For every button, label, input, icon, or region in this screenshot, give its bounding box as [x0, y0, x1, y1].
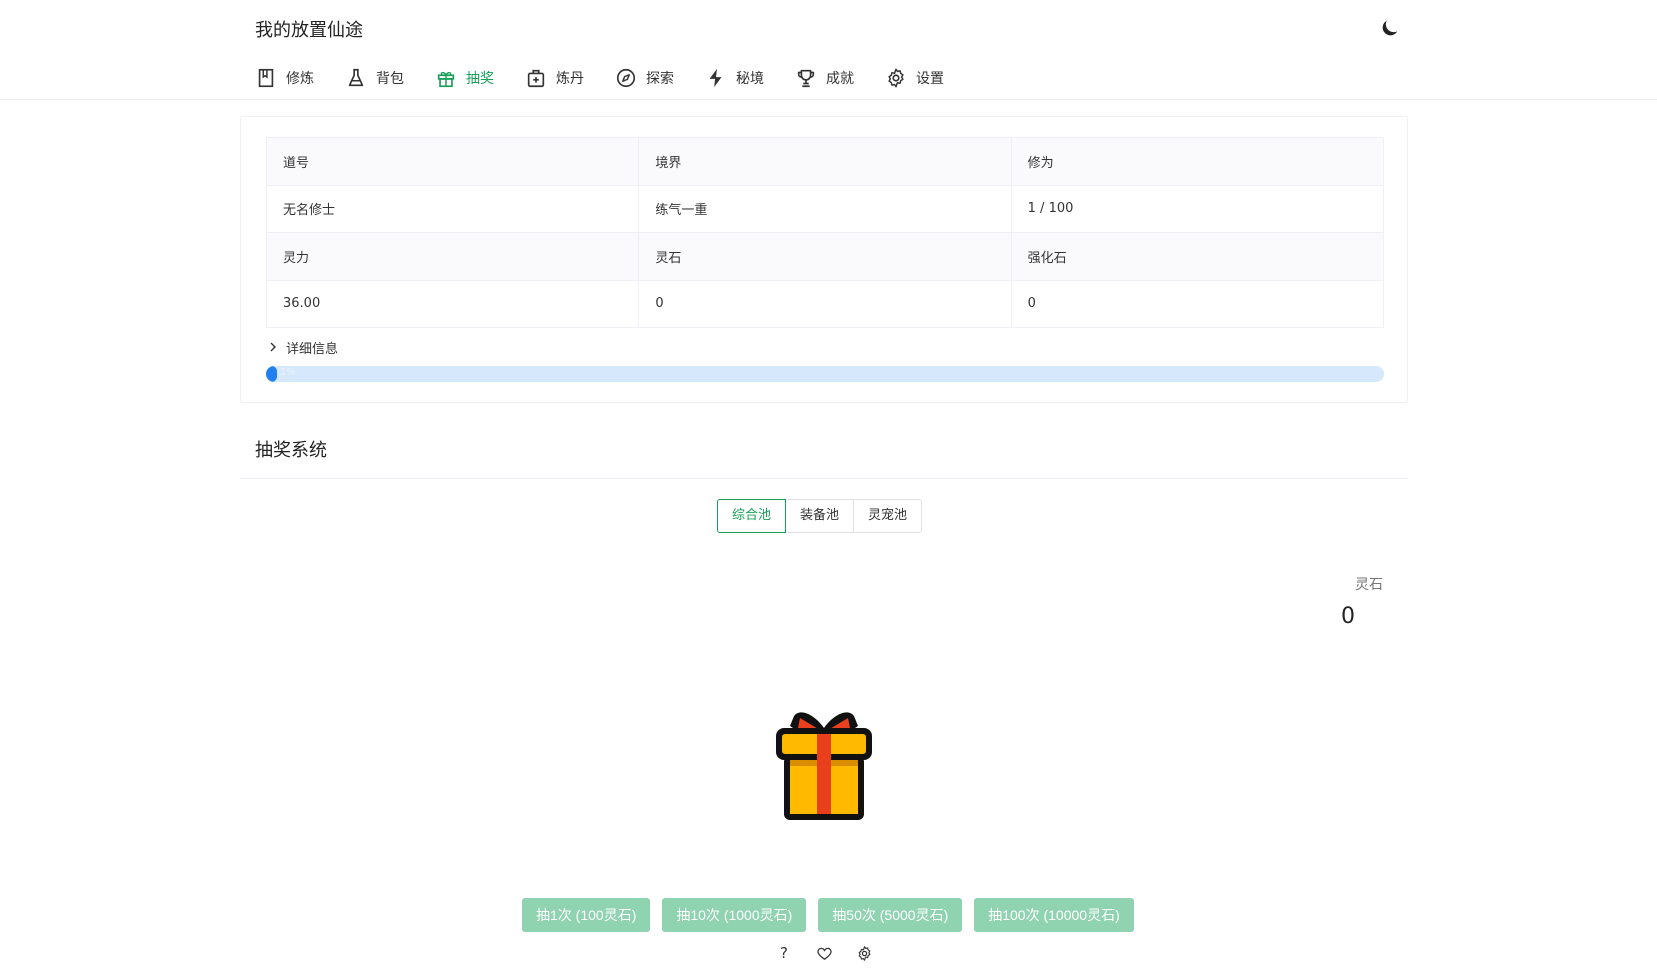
table-row: 36.00 0 0: [265, 279, 1385, 328]
nav-item-alchemy[interactable]: 炼丹: [525, 64, 584, 92]
question-icon[interactable]: ?: [774, 943, 794, 963]
trophy-icon: [795, 67, 817, 89]
nav-label: 成就: [826, 71, 854, 87]
nav-item-explore[interactable]: 探索: [615, 64, 674, 92]
nav-label: 秘境: [736, 71, 764, 87]
table-row: 道号 境界 修为: [265, 137, 1385, 186]
draw-100-button[interactable]: 抽100次 (10000灵石): [974, 898, 1134, 932]
compass-icon: [615, 67, 637, 89]
chevron-right-icon: [266, 340, 280, 354]
player-stats-table: 道号 境界 修为 无名修士 练气一重 1 / 100 灵力 灵石 强化石 36.…: [265, 137, 1385, 328]
gear-icon: [885, 67, 907, 89]
draw-1-button[interactable]: 抽1次 (100灵石): [522, 898, 651, 932]
stat-value-realm: 练气一重: [638, 184, 1012, 233]
progress-fill: [266, 366, 278, 382]
top-bar: 我的放置仙途 修炼 背包 抽奖 炼丹 探索 秘境 成就 设置: [0, 0, 1657, 100]
app-title: 我的放置仙途: [255, 20, 363, 41]
stat-label-cultivation: 修为: [1010, 137, 1385, 186]
stat-value-spirit-power: 36.00: [265, 279, 640, 328]
pool-tabs: 综合池 装备池 灵宠池: [717, 499, 923, 533]
cultivation-progress-bar: 1%: [266, 366, 1384, 382]
nav-label: 抽奖: [466, 71, 494, 87]
nav-label: 背包: [376, 71, 404, 87]
stat-label-enhance-stone: 强化石: [1010, 232, 1385, 281]
stat-value-enhance-stone: 0: [1010, 279, 1385, 328]
draw-50-button[interactable]: 抽50次 (5000灵石): [818, 898, 963, 932]
table-row: 灵力 灵石 强化石: [265, 232, 1385, 281]
stat-value-daohao: 无名修士: [265, 184, 640, 233]
progress-label: 1%: [280, 367, 296, 378]
moon-icon[interactable]: [1379, 17, 1401, 39]
nav-label: 修炼: [286, 71, 314, 87]
gift-box-icon: [772, 706, 876, 822]
stat-label-realm: 境界: [638, 137, 1012, 186]
player-info-card: 道号 境界 修为 无名修士 练气一重 1 / 100 灵力 灵石 强化石 36.…: [240, 116, 1408, 403]
table-row: 无名修士 练气一重 1 / 100: [265, 184, 1385, 233]
nav-item-secret-realm[interactable]: 秘境: [705, 64, 764, 92]
spirit-stone-value: 0: [1341, 604, 1355, 629]
spirit-stone-label: 灵石: [1355, 577, 1383, 593]
nav-label: 探索: [646, 71, 674, 87]
nav-label: 设置: [916, 71, 944, 87]
nav-item-cultivate[interactable]: 修炼: [255, 64, 314, 92]
book-icon: [255, 67, 277, 89]
details-label: 详细信息: [286, 341, 339, 357]
nav-item-gacha[interactable]: 抽奖: [435, 64, 494, 92]
section-title: 抽奖系统: [255, 440, 327, 461]
stat-value-spirit-stone: 0: [638, 279, 1012, 328]
gacha-tools: ?: [774, 943, 894, 963]
nav-label: 炼丹: [556, 71, 584, 87]
gift-icon: [435, 67, 457, 89]
draw-10-button[interactable]: 抽10次 (1000灵石): [662, 898, 807, 932]
spirit-stone-stat: 灵石 0: [1341, 574, 1383, 629]
tab-general-pool[interactable]: 综合池: [717, 499, 787, 533]
heart-icon[interactable]: [814, 943, 834, 963]
tab-equipment-pool[interactable]: 装备池: [785, 499, 855, 533]
nav-item-achievements[interactable]: 成就: [795, 64, 854, 92]
stat-label-daohao: 道号: [265, 137, 640, 186]
divider: [240, 478, 1408, 479]
main-nav: 修炼 背包 抽奖 炼丹 探索 秘境 成就 设置: [255, 64, 975, 92]
nav-item-inventory[interactable]: 背包: [345, 64, 404, 92]
flask-icon: [345, 67, 367, 89]
draw-buttons: 抽1次 (100灵石) 抽10次 (1000灵石) 抽50次 (5000灵石) …: [522, 898, 1146, 932]
stat-label-spirit-power: 灵力: [265, 232, 640, 281]
stat-label-spirit-stone: 灵石: [638, 232, 1012, 281]
tab-pet-pool[interactable]: 灵宠池: [853, 499, 923, 533]
gear-icon[interactable]: [854, 943, 874, 963]
medkit-icon: [525, 67, 547, 89]
details-toggle[interactable]: 详细信息: [266, 337, 338, 357]
lightning-icon: [705, 67, 727, 89]
stat-value-cultivation: 1 / 100: [1010, 184, 1385, 233]
nav-item-settings[interactable]: 设置: [885, 64, 944, 92]
